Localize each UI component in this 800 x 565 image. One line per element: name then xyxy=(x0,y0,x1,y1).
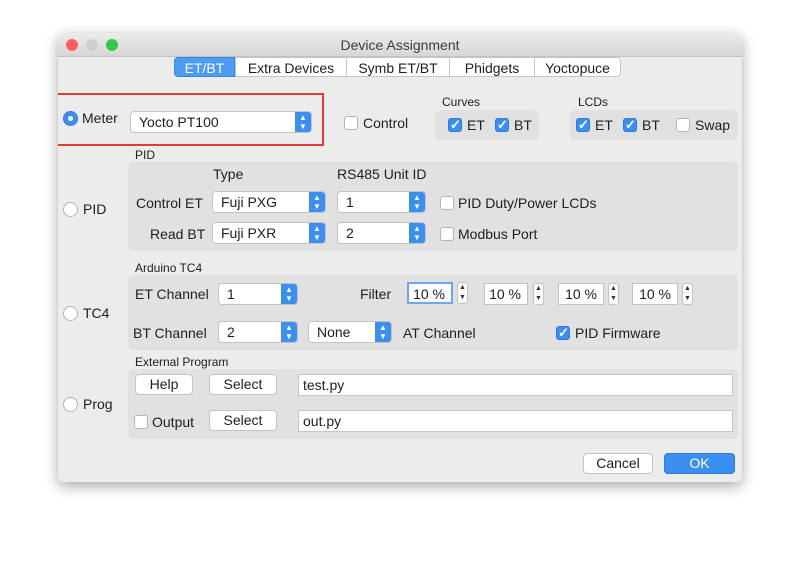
lcds-bt-checkbox[interactable] xyxy=(623,117,637,133)
modbus-port-checkbox[interactable] xyxy=(440,227,454,241)
control-et-unit-value: 1 xyxy=(346,194,354,210)
curves-bt-checkbox[interactable] xyxy=(495,117,509,133)
output-label: Output xyxy=(152,414,195,430)
cancel-button[interactable]: Cancel xyxy=(583,453,653,474)
control-et-label: Control ET xyxy=(136,195,203,211)
tc4-title: Arduino TC4 xyxy=(135,261,203,275)
tab-yoctopuce[interactable]: Yoctopuce xyxy=(534,57,621,77)
filter-3-input[interactable]: 10 % xyxy=(558,283,604,305)
lcds-et-label: ET xyxy=(595,117,613,133)
read-bt-unit-value: 2 xyxy=(346,225,354,241)
tab-et-bt[interactable]: ET/BT xyxy=(174,57,235,77)
at-channel-label: AT Channel xyxy=(403,325,476,341)
prog-radio[interactable] xyxy=(63,397,78,412)
updown-arrows-icon: ▲ ▼ xyxy=(309,223,325,243)
filter-2-input[interactable]: 10 % xyxy=(484,283,528,305)
curves-title: Curves xyxy=(442,95,481,109)
lcds-swap-checkbox[interactable] xyxy=(676,118,690,132)
curves-et-label: ET xyxy=(467,117,485,133)
pid-title: PID xyxy=(135,148,156,162)
updown-arrows-icon: ▲ ▼ xyxy=(409,192,425,212)
prog-radio-label: Prog xyxy=(83,396,113,412)
read-bt-type-value: Fuji PXR xyxy=(221,225,277,241)
modbus-port-label: Modbus Port xyxy=(458,226,538,242)
updown-arrows-icon: ▲ ▼ xyxy=(309,192,325,212)
select-program-button[interactable]: Select xyxy=(209,374,277,395)
pid-type-header: Type xyxy=(213,166,244,182)
filter-2-stepper[interactable]: ▲ ▼ xyxy=(533,283,544,305)
read-bt-label: Read BT xyxy=(150,226,206,242)
control-et-unit-combo[interactable]: 1 ▲ ▼ xyxy=(337,191,426,213)
updown-arrows-icon: ▲ ▼ xyxy=(281,284,297,304)
meter-combo-value: Yocto PT100 xyxy=(139,114,219,130)
output-path-input[interactable]: out.py xyxy=(298,410,733,432)
updown-arrows-icon: ▲ ▼ xyxy=(375,322,391,342)
lcds-bt-label: BT xyxy=(642,117,660,133)
meter-combo[interactable]: Yocto PT100 ▲ ▼ xyxy=(130,111,312,133)
filter-3-stepper[interactable]: ▲ ▼ xyxy=(608,283,619,305)
et-channel-value: 1 xyxy=(227,286,235,302)
external-program-title: External Program xyxy=(135,355,229,369)
updown-arrows-icon: ▲ ▼ xyxy=(409,223,425,243)
et-channel-combo[interactable]: 1 ▲ ▼ xyxy=(218,283,298,305)
control-et-type-value: Fuji PXG xyxy=(221,194,278,210)
bt-channel-combo[interactable]: 2 ▲ ▼ xyxy=(218,321,298,343)
program-path-input[interactable]: test.py xyxy=(298,374,733,396)
ok-button[interactable]: OK xyxy=(664,453,735,474)
help-button[interactable]: Help xyxy=(135,374,193,395)
read-bt-type-combo[interactable]: Fuji PXR ▲ ▼ xyxy=(212,222,326,244)
filter-label: Filter xyxy=(360,286,392,302)
tab-extra-devices[interactable]: Extra Devices xyxy=(235,57,347,77)
pid-unit-header: RS485 Unit ID xyxy=(337,166,427,182)
tc4-radio-label: TC4 xyxy=(83,305,110,321)
curves-bt-label: BT xyxy=(514,117,532,133)
tab-symb-et-bt[interactable]: Symb ET/BT xyxy=(346,57,450,77)
duty-lcds-checkbox[interactable] xyxy=(440,196,454,210)
curves-et-checkbox[interactable] xyxy=(448,117,462,133)
duty-lcds-label: PID Duty/Power LCDs xyxy=(458,195,597,211)
pid-radio[interactable] xyxy=(63,202,78,217)
at-channel-value: None xyxy=(317,324,351,340)
filter-1-stepper[interactable]: ▲ ▼ xyxy=(457,282,468,304)
control-et-type-combo[interactable]: Fuji PXG ▲ ▼ xyxy=(212,191,326,213)
select-output-button[interactable]: Select xyxy=(209,410,277,431)
tab-phidgets[interactable]: Phidgets xyxy=(449,57,535,77)
at-channel-combo[interactable]: None ▲ ▼ xyxy=(308,321,392,343)
pid-firmware-label: PID Firmware xyxy=(575,325,661,341)
meter-radio-label: Meter xyxy=(82,110,118,126)
filter-1-input[interactable]: 10 % xyxy=(407,282,453,304)
lcds-et-checkbox[interactable] xyxy=(576,117,590,133)
output-checkbox[interactable] xyxy=(134,415,148,429)
lcds-swap-label: Swap xyxy=(695,117,731,133)
lcds-title: LCDs xyxy=(578,95,609,109)
bt-channel-label: BT Channel xyxy=(133,325,207,341)
tc4-radio[interactable] xyxy=(63,306,78,321)
bt-channel-value: 2 xyxy=(227,324,235,340)
pid-firmware-checkbox[interactable] xyxy=(556,325,570,341)
read-bt-unit-combo[interactable]: 2 ▲ ▼ xyxy=(337,222,426,244)
updown-arrows-icon: ▲ ▼ xyxy=(281,322,297,342)
control-checkbox[interactable] xyxy=(344,116,358,130)
control-label: Control xyxy=(363,115,409,131)
updown-arrows-icon: ▲ ▼ xyxy=(295,112,311,132)
filter-4-stepper[interactable]: ▲ ▼ xyxy=(682,283,693,305)
et-channel-label: ET Channel xyxy=(135,286,209,302)
window-title: Device Assignment xyxy=(340,37,460,53)
device-assignment-dialog: Device Assignment ET/BT Extra Devices Sy… xyxy=(58,33,742,482)
filter-4-input[interactable]: 10 % xyxy=(632,283,678,305)
meter-radio[interactable] xyxy=(63,111,78,126)
pid-radio-label: PID xyxy=(83,201,107,217)
